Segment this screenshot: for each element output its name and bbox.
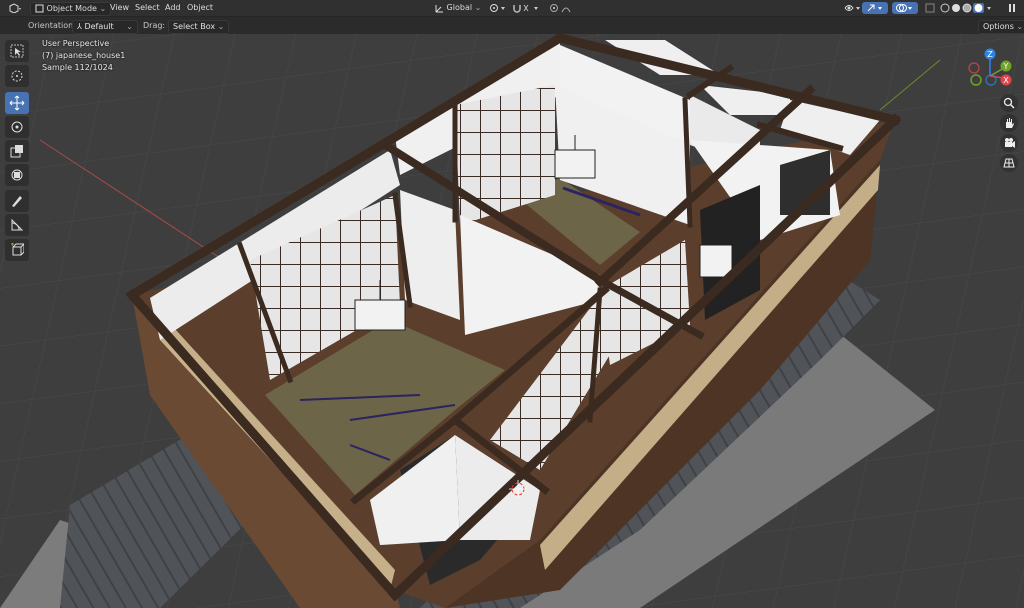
snap-button[interactable]	[508, 2, 546, 14]
xray-icon	[925, 3, 935, 12]
orientation-axes-icon	[435, 4, 443, 12]
pencil-icon	[12, 196, 22, 207]
camera-view-button[interactable]	[1000, 134, 1018, 152]
shading-spheres-icon	[940, 2, 991, 13]
chevron-down-icon: ⌄	[1016, 22, 1024, 31]
orientation-label: Orientation:	[28, 21, 76, 30]
chevron-down-icon: ⌄	[217, 22, 225, 31]
zoom-icon	[1003, 97, 1015, 109]
menu-add[interactable]: Add	[161, 2, 185, 14]
add-cube-icon	[11, 243, 24, 256]
proportional-edit-icon	[550, 3, 571, 12]
overlays-toggle-button[interactable]	[892, 2, 918, 14]
camera-icon	[1005, 138, 1015, 148]
mode-dropdown[interactable]: Object Mode ⌄	[30, 2, 112, 16]
viewport-header: Object Mode ⌄ View Select Add Object Glo…	[0, 0, 1024, 17]
proportional-edit-button[interactable]	[545, 2, 581, 14]
chevron-down-icon: ⌄	[126, 22, 133, 31]
zoom-button[interactable]	[1000, 94, 1018, 112]
orientation-label: Global	[446, 3, 473, 12]
eye-icon	[844, 4, 860, 11]
orientation-value: Default	[84, 22, 114, 31]
select-cursor-icon	[10, 44, 24, 58]
transform-icon	[11, 169, 23, 181]
pause-icon	[1009, 3, 1015, 12]
render-sample: Sample 112/1024	[42, 63, 113, 72]
shading-modes[interactable]	[936, 2, 996, 14]
view-name: User Perspective	[42, 39, 110, 48]
drag-dropdown[interactable]: Select Box ⌄	[168, 20, 230, 34]
orientation-gizmo-icon: ⅄	[77, 22, 82, 31]
cursor-crosshair-icon	[11, 70, 23, 82]
menu-select[interactable]: Select	[131, 2, 164, 14]
menu-object[interactable]: Object	[183, 2, 217, 14]
scene-render	[0, 34, 1024, 608]
editor-type-button[interactable]	[4, 2, 26, 14]
gizmo-toggle-button[interactable]	[862, 2, 888, 14]
navigation-gizmo[interactable]: Z Y X	[966, 46, 1024, 102]
scale-tool[interactable]	[5, 140, 29, 162]
menu-view[interactable]: View	[106, 2, 133, 14]
pivot-icon	[490, 3, 505, 12]
cursor-tool[interactable]	[5, 65, 29, 87]
move-arrows-icon	[9, 95, 25, 111]
3d-viewport[interactable]: User Perspective (7) japanese_house1 Sam…	[0, 34, 1024, 608]
grid-perspective-icon	[1003, 158, 1015, 168]
drag-value: Select Box	[173, 22, 216, 31]
select-box-tool[interactable]	[5, 40, 29, 62]
chevron-down-icon: ⌄	[474, 3, 482, 12]
overlays-icon	[896, 3, 912, 12]
perspective-toggle-button[interactable]	[1000, 154, 1018, 172]
move-tool[interactable]	[5, 92, 29, 114]
z-axis-label: Z	[987, 50, 993, 59]
rotate-icon	[11, 121, 23, 133]
cube-editor-icon	[9, 2, 21, 13]
transform-tool[interactable]	[5, 164, 29, 186]
object-mode-icon	[35, 4, 44, 13]
snap-magnet-icon	[513, 4, 538, 13]
annotate-tool[interactable]	[5, 190, 29, 212]
ruler-icon	[11, 218, 24, 231]
transform-orientation-dropdown[interactable]: Global ⌄	[430, 2, 485, 14]
pan-button[interactable]	[1000, 114, 1018, 132]
options-dropdown[interactable]: Options ⌄	[978, 20, 1024, 34]
neg-x-axis-handle[interactable]	[968, 62, 980, 74]
add-cube-tool[interactable]	[5, 239, 29, 261]
orientation-dropdown[interactable]: ⅄ Default ⌄	[72, 20, 138, 34]
pause-render-button[interactable]	[1003, 2, 1021, 14]
lamp-3	[699, 244, 733, 278]
options-label: Options	[983, 22, 1014, 31]
gizmo-icon	[867, 4, 882, 11]
neg-y-axis-handle[interactable]	[970, 74, 982, 86]
object-info: (7) japanese_house1	[42, 51, 126, 60]
scale-icon	[10, 145, 23, 158]
tool-settings-bar: Orientation: ⅄ Default ⌄ Drag: Select Bo…	[0, 17, 1024, 34]
measure-tool[interactable]	[5, 214, 29, 236]
rotate-tool[interactable]	[5, 116, 29, 138]
mode-label: Object Mode	[46, 4, 97, 13]
y-axis-label: Y	[1003, 62, 1009, 71]
x-axis-label: X	[1003, 76, 1009, 85]
drag-label: Drag:	[143, 21, 166, 30]
hand-icon	[1006, 118, 1014, 128]
